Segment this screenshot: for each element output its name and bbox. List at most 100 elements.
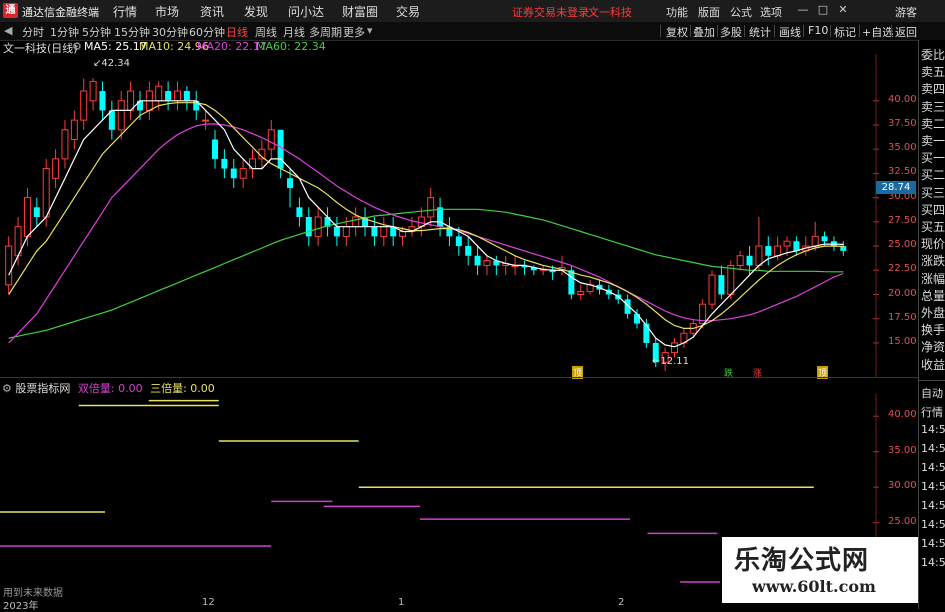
candle-body xyxy=(783,240,791,247)
tool-back[interactable]: 返回 xyxy=(895,24,917,40)
app-name: 通达信金融终端 xyxy=(22,6,99,19)
toolbar-divider xyxy=(774,25,775,37)
candle-body xyxy=(89,80,97,102)
candle-body xyxy=(202,119,210,122)
period-daily[interactable]: 日线 xyxy=(226,24,248,40)
price-tick-label: 40.00 xyxy=(888,93,917,105)
tool-f10[interactable]: F10 xyxy=(808,24,828,37)
watermark-url: www.60lt.com xyxy=(752,577,876,596)
ma60-value: MA60: 22.34 xyxy=(256,40,326,53)
menu-caifuquan[interactable]: 财富圈 xyxy=(342,3,378,20)
candle-body xyxy=(173,90,181,102)
period-monthly[interactable]: 月线 xyxy=(283,24,305,40)
candle-body xyxy=(230,168,237,179)
candle-body xyxy=(455,236,462,247)
restore-icon[interactable]: □ xyxy=(815,3,831,17)
ma5-line xyxy=(8,100,844,348)
period-1min[interactable]: 1分钟 xyxy=(50,24,79,40)
title-bar: 通 通达信金融终端 行情 市场 资讯 发现 问小达 财富圈 交易 证券交易未登录… xyxy=(0,0,945,23)
candle-body xyxy=(239,168,247,179)
candle-body xyxy=(577,291,585,295)
price-tick-label: 15.00 xyxy=(888,335,917,347)
high-price-annotation: ↙42.34 xyxy=(93,58,131,69)
quote-label: 换手 xyxy=(921,323,945,338)
auto-quote-label[interactable]: 自动 xyxy=(921,385,943,401)
tool-add-favorite[interactable]: +自选 xyxy=(862,24,893,40)
tool-diejia[interactable]: 叠加 xyxy=(693,24,715,40)
candle-body xyxy=(5,245,13,286)
low-price-annotation: ←12.11 xyxy=(652,356,690,367)
toolbar-divider xyxy=(660,25,661,37)
menu-faxian[interactable]: 发现 xyxy=(244,3,268,20)
quote-label: 买四 xyxy=(921,202,945,217)
period-fenshi[interactable]: 分时 xyxy=(22,24,44,40)
menu-jiaoyi[interactable]: 交易 xyxy=(396,3,420,20)
quote-label: 现价 xyxy=(921,237,945,252)
period-more[interactable]: 更多 xyxy=(343,24,365,40)
candle-body xyxy=(305,217,312,237)
tool-huaxian[interactable]: 画线 xyxy=(779,24,801,40)
quote-label: 收益 xyxy=(921,357,945,372)
menu-gongneng[interactable]: 功能 xyxy=(666,4,688,20)
date-label: 2 xyxy=(618,597,625,608)
candle-body xyxy=(117,100,125,131)
tick-time-label: 14:50 xyxy=(921,556,945,569)
candle-body xyxy=(483,260,491,266)
candle-body xyxy=(437,207,444,227)
candle-body xyxy=(793,241,800,251)
candle-body xyxy=(811,235,819,247)
candle-body xyxy=(755,245,763,266)
toolbar-prev-icon[interactable]: ◀ xyxy=(4,24,12,37)
sub-tick-label: 25.00 xyxy=(888,515,917,527)
candle-body xyxy=(61,129,69,160)
kline-chart[interactable] xyxy=(0,54,918,377)
more-chevron-icon[interactable]: ▾ xyxy=(367,24,373,37)
candle-body xyxy=(765,246,772,256)
candle-body xyxy=(70,119,78,140)
candle-body xyxy=(80,90,88,121)
stock-name-link[interactable]: 文一科技 xyxy=(588,4,632,20)
menu-shichang[interactable]: 市场 xyxy=(155,3,179,20)
menu-wenxiaoda[interactable]: 问小达 xyxy=(288,3,324,20)
period-15min[interactable]: 15分钟 xyxy=(114,24,150,40)
date-label: 2023年 xyxy=(3,601,39,612)
candle-body xyxy=(221,158,228,169)
watermark-banner: 乐淘公式网 www.60lt.com xyxy=(722,537,918,603)
quote-label: 卖一 xyxy=(921,134,945,148)
login-warning[interactable]: 证券交易未登录 xyxy=(512,4,589,20)
period-weekly[interactable]: 周线 xyxy=(255,24,277,40)
close-icon[interactable]: ✕ xyxy=(835,3,851,17)
candle-body xyxy=(727,264,735,295)
period-multi[interactable]: 多周期 xyxy=(309,24,342,40)
candle-body xyxy=(155,85,163,102)
menu-xuanxiang[interactable]: 选项 xyxy=(760,4,782,20)
toolbar-divider xyxy=(744,25,745,37)
tool-duogu[interactable]: 多股 xyxy=(720,24,742,40)
price-tick-label: 32.50 xyxy=(888,166,917,178)
period-30min[interactable]: 30分钟 xyxy=(152,24,188,40)
candle-body xyxy=(671,342,679,354)
candle-body xyxy=(296,207,303,217)
toolbar-divider xyxy=(803,25,804,37)
candle-body xyxy=(33,207,40,217)
settings-gear-icon[interactable]: ⚙ xyxy=(72,40,82,53)
period-5min[interactable]: 5分钟 xyxy=(82,24,111,40)
minimize-icon[interactable]: — xyxy=(795,3,811,17)
toolbar-divider xyxy=(690,25,691,37)
quote-label: 涨跌 xyxy=(921,254,945,269)
candle-body xyxy=(399,231,407,237)
tool-fuquan[interactable]: 复权 xyxy=(666,24,688,40)
tool-tongji[interactable]: 统计 xyxy=(749,24,771,40)
menu-gongshi[interactable]: 公式 xyxy=(730,4,752,20)
menu-zixun[interactable]: 资讯 xyxy=(200,3,224,20)
tool-biaoji[interactable]: 标记 xyxy=(834,24,856,40)
current-price-tag: 28.74 xyxy=(876,181,916,194)
date-label: 12 xyxy=(202,597,215,608)
ma-info-bar: 文一科技(日线) ⚙ MA5: 25.17 MA10: 24.96 MA20: … xyxy=(0,40,918,55)
period-60min[interactable]: 60分钟 xyxy=(189,24,225,40)
guest-label[interactable]: 游客 xyxy=(895,4,917,20)
menu-banmian[interactable]: 版面 xyxy=(698,4,720,20)
auto-quote-label[interactable]: 行情 xyxy=(921,404,943,420)
panel-divider xyxy=(919,380,945,381)
menu-hangqing[interactable]: 行情 xyxy=(113,3,137,20)
